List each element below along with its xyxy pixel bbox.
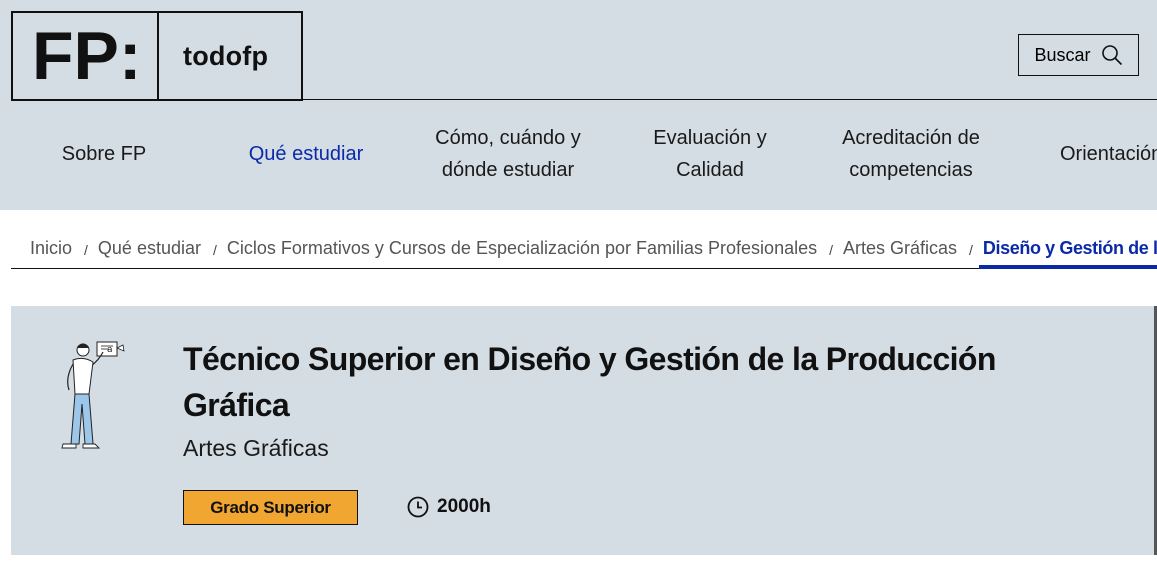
breadcrumb-item-que-estudiar[interactable]: Qué estudiar (98, 238, 201, 259)
professional-family: Artes Gráficas (183, 435, 329, 461)
site-header: FP: todofp Buscar Sobre FP Qué estudiar … (0, 0, 1157, 210)
breadcrumb-separator: / (829, 242, 833, 258)
duration: 2000h (407, 493, 491, 521)
fp-logo-icon: FP: (32, 23, 140, 89)
breadcrumb-item-inicio[interactable]: Inicio (30, 238, 72, 259)
svg-text:a: a (107, 345, 113, 355)
fp-logo-mark: FP: (13, 13, 159, 99)
nav-item-que-estudiar[interactable]: Qué estudiar (226, 121, 386, 187)
search-icon (1101, 45, 1122, 66)
breadcrumb-separator: / (212, 242, 217, 258)
course-hero: a Técnico Superior en Diseño y Gestión d… (11, 306, 1154, 555)
breadcrumb-item-ciclos-formativos[interactable]: Ciclos Formativos y Cursos de Especializ… (227, 238, 817, 259)
search-button[interactable]: Buscar (1018, 34, 1139, 76)
logo-text: todofp (183, 40, 269, 71)
duration-hours: 2000h (437, 496, 491, 517)
nav-item-como-cuando-donde[interactable]: Cómo, cuándo y dónde estudiar (418, 121, 598, 187)
site-logo[interactable]: FP: todofp (11, 11, 303, 101)
breadcrumb-separator: / (969, 242, 973, 258)
nav-item-evaluacion-calidad[interactable]: Evaluación y Calidad (630, 121, 790, 187)
clock-icon (407, 496, 429, 518)
breadcrumb-separator: / (84, 242, 88, 258)
course-title: Técnico Superior en Diseño y Gestión de … (183, 341, 996, 423)
person-holding-document-illustration: a (61, 341, 125, 449)
level-badge: Grado Superior (183, 490, 358, 525)
breadcrumb-item-artes-graficas[interactable]: Artes Gráficas (843, 238, 957, 259)
nav-item-sobre-fp[interactable]: Sobre FP (34, 121, 174, 187)
search-label: Buscar (1034, 44, 1091, 65)
nav-item-acreditacion[interactable]: Acreditación de competencias (820, 121, 1002, 187)
svg-text:FP:: FP: (32, 23, 140, 89)
breadcrumb: Inicio / Qué estudiar / Ciclos Formativo… (30, 236, 1157, 260)
nav-item-orientacion[interactable]: Orientación (1060, 121, 1157, 187)
header-divider (11, 99, 1157, 100)
breadcrumb-current-underline (979, 265, 1157, 269)
breadcrumb-current: Diseño y Gestión de la (982, 237, 1157, 258)
